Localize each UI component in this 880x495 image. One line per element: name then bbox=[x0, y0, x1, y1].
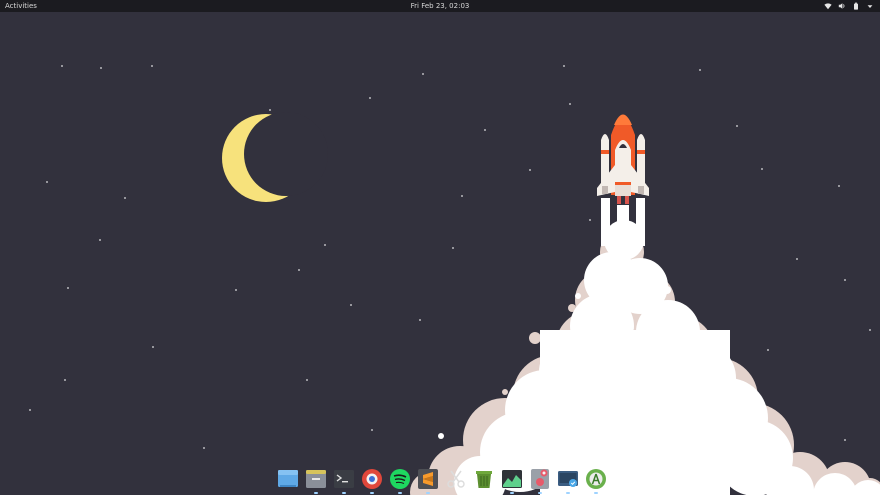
activities-button[interactable]: Activities bbox=[5, 0, 37, 12]
network-icon[interactable] bbox=[824, 2, 832, 10]
star bbox=[100, 67, 102, 69]
star bbox=[838, 185, 840, 187]
star bbox=[29, 409, 31, 411]
clock-area: Fri Feb 23, 02:03 bbox=[0, 0, 880, 12]
crescent-moon-illustration bbox=[222, 112, 328, 202]
running-indicator bbox=[314, 492, 318, 494]
star bbox=[298, 269, 300, 271]
star bbox=[529, 169, 531, 171]
messaging-icon bbox=[558, 471, 578, 487]
star bbox=[761, 168, 763, 170]
status-area[interactable] bbox=[824, 0, 874, 12]
dock-item-messaging[interactable] bbox=[556, 467, 580, 494]
star bbox=[306, 379, 308, 381]
running-indicator bbox=[594, 492, 598, 494]
android-studio-icon bbox=[586, 469, 606, 489]
star bbox=[419, 319, 421, 321]
running-indicator bbox=[426, 492, 430, 494]
star bbox=[844, 439, 846, 441]
running-indicator bbox=[342, 492, 346, 494]
star bbox=[589, 219, 591, 221]
screenshot-tool-icon bbox=[447, 470, 465, 488]
running-indicator bbox=[510, 492, 514, 494]
star bbox=[767, 349, 769, 351]
star bbox=[869, 329, 871, 331]
star bbox=[844, 279, 846, 281]
star bbox=[61, 65, 63, 67]
settings-icon bbox=[531, 469, 549, 489]
star bbox=[324, 244, 326, 246]
spotify-icon bbox=[390, 469, 410, 489]
file-manager-icon bbox=[306, 470, 326, 488]
clock-button[interactable]: Fri Feb 23, 02:03 bbox=[411, 2, 470, 10]
dock-item-files[interactable] bbox=[276, 467, 300, 491]
star bbox=[235, 289, 237, 291]
space-shuttle-illustration bbox=[597, 114, 649, 246]
battery-icon[interactable] bbox=[852, 2, 860, 10]
star bbox=[563, 65, 565, 67]
star bbox=[151, 65, 153, 67]
star bbox=[569, 103, 571, 105]
star bbox=[461, 195, 463, 197]
star bbox=[422, 73, 424, 75]
star bbox=[203, 447, 205, 449]
files-icon bbox=[278, 470, 298, 487]
star bbox=[350, 304, 352, 306]
desktop: Activities Fri Feb 23, 02:03 bbox=[0, 0, 880, 495]
terminal-icon bbox=[334, 470, 354, 488]
top-bar: Activities Fri Feb 23, 02:03 bbox=[0, 0, 880, 12]
star bbox=[736, 125, 738, 127]
dock-item-settings[interactable] bbox=[528, 467, 552, 494]
system-monitor-icon bbox=[502, 470, 522, 488]
running-indicator bbox=[398, 492, 402, 494]
smoke-cloud-illustration bbox=[410, 220, 880, 495]
dock-item-android-studio[interactable] bbox=[584, 467, 608, 494]
star bbox=[124, 197, 126, 199]
trash-icon bbox=[476, 471, 492, 488]
dock bbox=[276, 467, 608, 494]
star bbox=[369, 97, 371, 99]
star bbox=[99, 239, 101, 241]
browser-icon bbox=[362, 469, 382, 489]
star bbox=[452, 247, 454, 249]
star bbox=[484, 129, 486, 131]
running-indicator bbox=[538, 492, 542, 494]
dock-item-file-manager[interactable] bbox=[304, 467, 328, 494]
sublime-text-icon bbox=[418, 469, 438, 489]
dock-item-terminal[interactable] bbox=[332, 467, 356, 494]
star bbox=[796, 258, 798, 260]
star bbox=[64, 379, 66, 381]
running-indicator bbox=[370, 492, 374, 494]
dock-item-trash[interactable] bbox=[472, 467, 496, 491]
dock-item-spotify[interactable] bbox=[388, 467, 412, 494]
star bbox=[699, 69, 701, 71]
system-menu-arrow-icon[interactable] bbox=[866, 2, 874, 10]
dock-item-system-monitor[interactable] bbox=[500, 467, 524, 494]
star bbox=[269, 109, 271, 111]
wallpaper bbox=[29, 65, 880, 495]
dock-item-screenshot-tool[interactable] bbox=[444, 467, 468, 491]
dock-item-browser[interactable] bbox=[360, 467, 384, 494]
volume-icon[interactable] bbox=[838, 2, 846, 10]
star bbox=[67, 287, 69, 289]
star bbox=[371, 429, 373, 431]
running-indicator bbox=[566, 492, 570, 494]
star bbox=[46, 181, 48, 183]
dock-item-sublime-text[interactable] bbox=[416, 467, 440, 494]
star bbox=[152, 346, 154, 348]
